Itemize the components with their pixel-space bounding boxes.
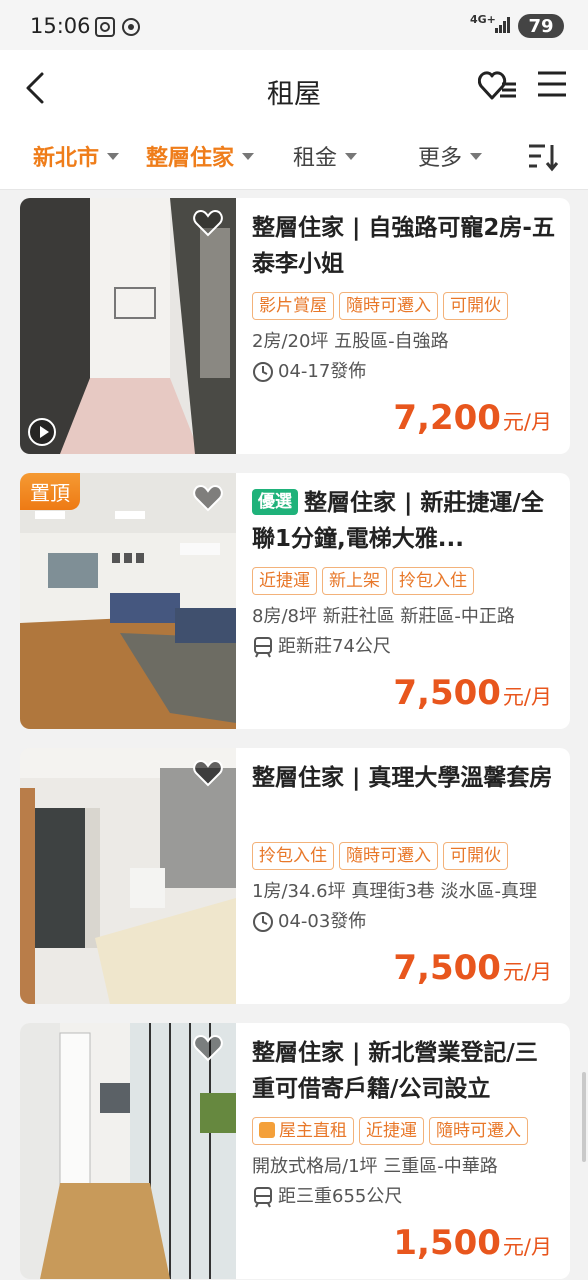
price-unit: 元/月	[502, 685, 552, 709]
tag: 屋主直租	[252, 1117, 354, 1145]
tag: 近捷運	[359, 1117, 424, 1145]
favorite-heart-icon[interactable]	[192, 208, 224, 238]
tag-row: 拎包入住 隨時可遷入 可開伙	[252, 842, 558, 872]
battery-indicator: 79	[518, 14, 564, 38]
favorite-heart-icon[interactable]	[192, 758, 224, 788]
chrome-icon	[122, 18, 140, 36]
listing-title: 優選 整層住家 | 新莊捷運/全聯1分鐘,電梯大雅...	[252, 485, 558, 557]
tag-row: 影片賞屋 隨時可遷入 可開伙	[252, 292, 558, 322]
tag-row: 屋主直租 近捷運 隨時可遷入	[252, 1117, 558, 1147]
listing-card[interactable]: 整層住家 | 新北營業登記/三重可借寄戶籍/公司設立 屋主直租 近捷運 隨時可遷入 …	[20, 1023, 570, 1279]
filter-type-label: 整層住家	[146, 146, 235, 171]
status-time: 15:06	[30, 14, 91, 38]
price-unit: 元/月	[502, 410, 552, 434]
station-distance: 距新莊74公尺	[278, 636, 391, 657]
menu-icon[interactable]	[536, 70, 568, 98]
filter-city[interactable]: 新北市	[33, 140, 120, 172]
tag: 近捷運	[252, 567, 317, 595]
filter-rent[interactable]: 租金	[293, 140, 358, 172]
caret-down-icon	[470, 152, 483, 160]
favorite-heart-icon[interactable]	[192, 483, 224, 513]
price-value: 7,200	[393, 398, 501, 438]
tag: 可開伙	[443, 842, 508, 870]
listing-title: 整層住家 | 新北營業登記/三重可借寄戶籍/公司設立	[252, 1040, 538, 1102]
price-value: 7,500	[393, 948, 501, 988]
tag: 拎包入住	[392, 567, 474, 595]
listing-meta: 04-03發佈	[252, 910, 558, 934]
train-icon	[254, 1187, 272, 1208]
listing-card[interactable]: 置頂 優選 整層住家 | 新莊捷運/全聯1分鐘,電梯大雅... 近捷運 新上架 拎包入…	[20, 473, 570, 729]
listing-price: 7,200元/月	[393, 398, 552, 438]
featured-badge: 優選	[252, 489, 298, 515]
listing-spec: 開放式格局/1坪 三重區-中華路	[252, 1156, 498, 1177]
favorites-list-icon[interactable]	[478, 68, 518, 102]
sort-icon[interactable]	[527, 142, 559, 172]
price-value: 1,500	[393, 1223, 501, 1263]
listing-photo[interactable]	[20, 1023, 236, 1279]
listing-price: 7,500元/月	[393, 948, 552, 988]
listing-spec: 2房/20坪 五股區-自強路	[252, 331, 449, 352]
status-bar: 15:06 4G+ 79	[0, 0, 588, 50]
tag-row: 近捷運 新上架 拎包入住	[252, 567, 558, 597]
tag: 新上架	[322, 567, 387, 595]
tag: 隨時可遷入	[339, 842, 438, 870]
listing-meta: 距三重655公尺	[252, 1185, 558, 1209]
filter-rent-label: 租金	[293, 146, 338, 171]
price-value: 7,500	[393, 673, 501, 713]
listing-spec: 1房/34.6坪 真理街3巷 淡水區-真理	[252, 881, 537, 902]
price-unit: 元/月	[502, 960, 552, 984]
app-header: 租屋	[0, 50, 588, 130]
listing-card[interactable]: 整層住家 | 自強路可寵2房-五泰李小姐 影片賞屋 隨時可遷入 可開伙 2房/20坪…	[20, 198, 570, 454]
caret-down-icon	[345, 152, 358, 160]
station-distance: 距三重655公尺	[278, 1186, 403, 1207]
listing-photo[interactable]: 置頂	[20, 473, 236, 729]
signal-icon	[495, 17, 510, 33]
caret-down-icon	[107, 152, 120, 160]
tag: 隨時可遷入	[339, 292, 438, 320]
listing-photo[interactable]	[20, 748, 236, 1004]
listing-photo[interactable]	[20, 198, 236, 454]
listing-price: 7,500元/月	[393, 673, 552, 713]
post-date: 04-17發佈	[278, 361, 367, 382]
pinned-badge: 置頂	[20, 473, 80, 510]
price-unit: 元/月	[502, 1235, 552, 1259]
scrollbar[interactable]	[582, 1072, 586, 1162]
landlord-icon	[259, 1122, 275, 1138]
tag: 隨時可遷入	[429, 1117, 528, 1145]
tag: 影片賞屋	[252, 292, 334, 320]
favorite-heart-icon[interactable]	[192, 1033, 224, 1063]
filter-more-label: 更多	[418, 146, 463, 171]
post-date: 04-03發佈	[278, 911, 367, 932]
filter-more[interactable]: 更多	[418, 140, 483, 172]
filter-bar: 新北市 整層住家 租金 更多	[0, 130, 588, 190]
listing-meta: 04-17發佈	[252, 360, 558, 384]
clock-icon	[253, 912, 273, 932]
tag-label: 屋主直租	[279, 1121, 347, 1141]
screenshot-icon	[95, 17, 115, 37]
listing-card[interactable]: 整層住家 | 真理大學溫馨套房 拎包入住 隨時可遷入 可開伙 1房/34.6坪 真理…	[20, 748, 570, 1004]
filter-type[interactable]: 整層住家	[146, 140, 255, 172]
train-icon	[254, 637, 272, 658]
video-play-icon[interactable]	[28, 418, 56, 446]
listing-price: 1,500元/月	[393, 1223, 552, 1263]
clock-icon	[253, 362, 273, 382]
tag: 可開伙	[443, 292, 508, 320]
listing-title: 整層住家 | 真理大學溫馨套房	[252, 765, 553, 791]
tag: 拎包入住	[252, 842, 334, 870]
filter-city-label: 新北市	[33, 146, 100, 171]
listing-title: 整層住家 | 自強路可寵2房-五泰李小姐	[252, 215, 555, 277]
listing-spec: 8房/8坪 新莊社區 新莊區-中正路	[252, 606, 515, 627]
listing-meta: 距新莊74公尺	[252, 635, 558, 659]
network-label: 4G+	[470, 13, 496, 26]
caret-down-icon	[242, 152, 255, 160]
